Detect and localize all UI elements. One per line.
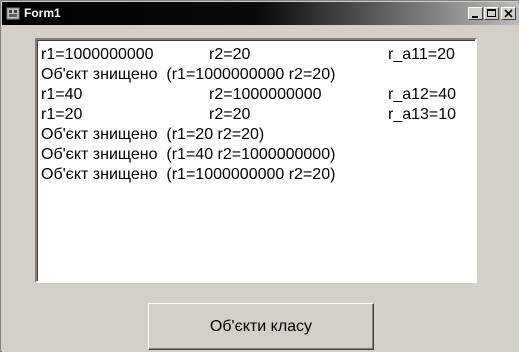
memo-line: r1=40 r2=1000000000 r_a12=40 [41,85,471,105]
memo-line-col2: r2=20 [209,106,251,123]
memo-line: Об'єкт знищено (r1=1000000000 r2=20) [41,165,471,185]
memo-line-col1: Об'єкт знищено (r1=40 r2=1000000000) [41,146,336,163]
close-button[interactable] [501,7,516,20]
memo-line-col1: Об'єкт знищено (r1=1000000000 r2=20) [41,66,336,83]
memo-line: r1=20 r2=20 r_a13=10 [41,105,471,125]
memo-line-col1: r1=20 [41,106,83,123]
memo-line-col3: r_a12=40 [388,86,457,103]
memo-line-col2: r2=20 [209,46,251,63]
memo-line: Об'єкт знищено (r1=40 r2=1000000000) [41,145,471,165]
memo-line: Об'єкт знищено (r1=20 r2=20) [41,125,471,145]
title-bar[interactable]: Form1 [2,2,519,25]
app-icon[interactable] [6,7,20,20]
memo-line-col1: Об'єкт знищено (r1=1000000000 r2=20) [41,166,336,183]
memo-line-col1: r1=1000000000 [41,46,154,63]
maximize-button[interactable] [484,7,499,20]
memo-line-col3: r_a11=20 [388,46,455,63]
window-title: Form1 [24,6,61,20]
memo-line-col2: r2=1000000000 [209,86,322,103]
output-memo[interactable]: r1=1000000000 r2=20 r_a11=20 Об'єкт знищ… [35,38,477,283]
memo-line-col1: Об'єкт знищено (r1=20 r2=20) [41,126,265,143]
memo-line-col1: r1=40 [41,86,83,103]
minimize-button[interactable] [468,7,483,20]
memo-line-col3: r_a13=10 [388,106,457,123]
memo-line: Об'єкт знищено (r1=1000000000 r2=20) [41,65,471,85]
form-window: Form1 r1=1000000000 r2=20 r_a11=20 Об'єк… [0,0,519,352]
show-objects-button[interactable]: Об'єкти класу [148,303,374,350]
memo-line: r1=1000000000 r2=20 r_a11=20 [41,45,471,65]
